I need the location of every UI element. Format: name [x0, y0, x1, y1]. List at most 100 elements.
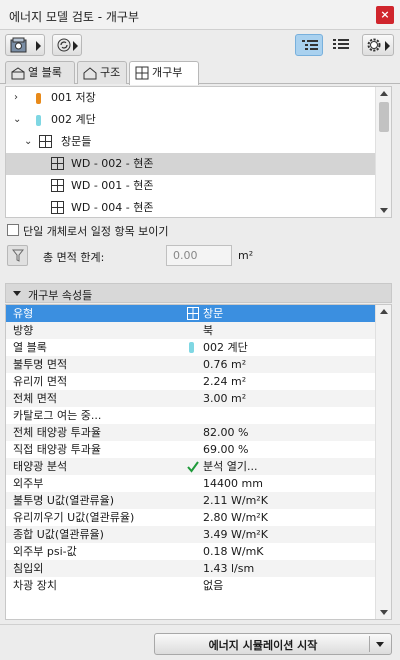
property-key: 직접 태양광 투과율 [13, 443, 101, 456]
color-swatch [189, 342, 194, 353]
title-bar: 에너지 모델 검토 - 개구부 × [0, 0, 400, 30]
property-value: 2.11 W/m²K [203, 494, 268, 507]
tab-label: 개구부 [152, 66, 183, 79]
property-key: 외주부 [13, 477, 44, 490]
house-icon [83, 67, 97, 80]
window-icon [51, 179, 64, 192]
solar-analysis-link[interactable]: 분석 열기... [203, 458, 257, 475]
property-row[interactable]: 직접 태양광 투과율 69.00 % [6, 441, 376, 458]
property-row[interactable]: 유리끼우기 U값(열관류율) 2.80 W/m²K [6, 509, 376, 526]
property-value: 002 계단 [203, 341, 248, 354]
model-icon [10, 37, 27, 53]
close-button[interactable]: × [376, 6, 394, 24]
window-icon [51, 157, 64, 170]
scroll-down-icon[interactable] [380, 208, 388, 213]
tree-item-label: 창문들 [61, 135, 92, 148]
window-title: 에너지 모델 검토 - 개구부 [9, 10, 139, 24]
window-icon [135, 66, 149, 80]
window-icon [187, 307, 199, 320]
property-key: 유형 [13, 307, 34, 320]
property-row[interactable]: 태양광 분석 분석 열기... [6, 458, 376, 475]
property-row[interactable]: 불투명 면적 0.76 m² [6, 356, 376, 373]
property-value: 3.49 W/m²K [203, 528, 268, 541]
property-key: 차광 장치 [13, 579, 57, 592]
property-value: 창문 [203, 307, 224, 320]
property-value: 2.24 m² [203, 375, 247, 388]
chevron-down-icon[interactable]: ⌄ [24, 131, 34, 153]
property-row[interactable]: 방향 북 [6, 322, 376, 339]
dropdown-arrow-icon [73, 41, 78, 51]
property-value: 3.00 m² [203, 392, 247, 405]
tab-label: 열 블록 [28, 66, 62, 79]
tree-item-label: WD - 001 - 현존 [71, 179, 154, 192]
tree-item-storage[interactable]: › 001 저장 [6, 87, 376, 109]
chevron-down-icon[interactable] [376, 642, 384, 647]
tree-item-label: WD - 002 - 현존 [71, 157, 154, 170]
model-view-dropdown[interactable] [5, 34, 45, 56]
property-key: 불투명 U값(열관류율) [13, 494, 115, 507]
property-row[interactable]: 종합 U값(열관류율) 3.49 W/m²K [6, 526, 376, 543]
tree-item-label: 001 저장 [51, 91, 96, 104]
property-key: 방향 [13, 324, 34, 337]
area-limit-input[interactable]: 0.00 [166, 245, 232, 266]
tab-openings[interactable]: 개구부 [129, 61, 199, 85]
chevron-right-icon[interactable]: › [14, 87, 24, 109]
property-row[interactable]: 외주부 psi-값 0.18 W/mK [6, 543, 376, 560]
property-key: 카탈로그 여는 중... [13, 409, 102, 422]
property-value: 14400 mm [203, 477, 263, 490]
tree-item-wd-002[interactable]: WD - 002 - 현존 [6, 153, 376, 175]
property-row[interactable]: 전체 태양광 투과율 82.00 % [6, 424, 376, 441]
tab-label: 구조 [100, 66, 121, 79]
collapse-icon [13, 291, 21, 296]
button-divider [369, 636, 370, 652]
scroll-up-icon[interactable] [380, 91, 388, 96]
property-key: 태양광 분석 [13, 460, 68, 473]
refresh-icon [57, 38, 71, 52]
property-row[interactable]: 차광 장치 없음 [6, 577, 376, 594]
toolbar [0, 30, 400, 60]
scroll-up-icon[interactable] [380, 309, 388, 314]
area-limit-label: 총 면적 한계: [43, 251, 105, 264]
tree-view-button[interactable] [295, 34, 323, 56]
dropdown-arrow-icon [36, 41, 41, 51]
tree-item-wd-004[interactable]: WD - 004 - 현존 [6, 197, 376, 217]
tree-item-windows-group[interactable]: ⌄ 창문들 [6, 131, 376, 153]
property-key: 전체 면적 [13, 392, 57, 405]
property-row[interactable]: 유리끼 면적 2.24 m² [6, 373, 376, 390]
properties-table: 유형 창문 방향 북 열 블록 002 계단 불투명 면적 0.76 m² 유리… [5, 304, 392, 620]
property-row[interactable]: 유형 창문 [6, 305, 376, 322]
property-key: 종합 U값(열관류율) [13, 528, 104, 541]
chevron-down-icon[interactable]: ⌄ [13, 109, 23, 131]
property-row[interactable]: 침입외 1.43 l/sm [6, 560, 376, 577]
filter-button[interactable] [7, 245, 28, 266]
tab-structure[interactable]: 구조 [77, 61, 127, 84]
property-row[interactable]: 전체 면적 3.00 m² [6, 390, 376, 407]
property-key: 외주부 psi-값 [13, 545, 77, 558]
single-item-checkbox[interactable] [7, 224, 19, 236]
window-icon [39, 135, 52, 148]
tree-item-label: WD - 004 - 현존 [71, 201, 154, 214]
refresh-dropdown[interactable] [52, 34, 82, 56]
property-row[interactable]: 외주부 14400 mm [6, 475, 376, 492]
tree-scrollbar[interactable] [375, 87, 391, 217]
property-value: 1.43 l/sm [203, 562, 255, 575]
list-icon [333, 39, 349, 49]
tab-thermal-blocks[interactable]: 열 블록 [5, 61, 75, 84]
property-row[interactable]: 열 블록 002 계단 [6, 339, 376, 356]
list-view-button[interactable] [327, 34, 355, 56]
tree-item-stair[interactable]: ⌄ 002 계단 [6, 109, 376, 131]
properties-scrollbar[interactable] [375, 305, 391, 619]
settings-dropdown[interactable] [362, 34, 394, 56]
scroll-thumb[interactable] [379, 102, 389, 132]
property-row[interactable]: 불투명 U값(열관류율) 2.11 W/m²K [6, 492, 376, 509]
properties-title: 개구부 속성들 [28, 289, 93, 302]
property-row[interactable]: 카탈로그 여는 중... [6, 407, 376, 424]
properties-header[interactable]: 개구부 속성들 [5, 283, 392, 303]
color-swatch [36, 93, 41, 104]
start-simulation-label: 에너지 시뮬레이션 시작 [208, 639, 318, 652]
property-key: 불투명 면적 [13, 358, 68, 371]
tree-item-wd-001[interactable]: WD - 001 - 현존 [6, 175, 376, 197]
scroll-down-icon[interactable] [380, 610, 388, 615]
property-value: 2.80 W/m²K [203, 511, 268, 524]
start-simulation-button[interactable]: 에너지 시뮬레이션 시작 [154, 633, 392, 655]
